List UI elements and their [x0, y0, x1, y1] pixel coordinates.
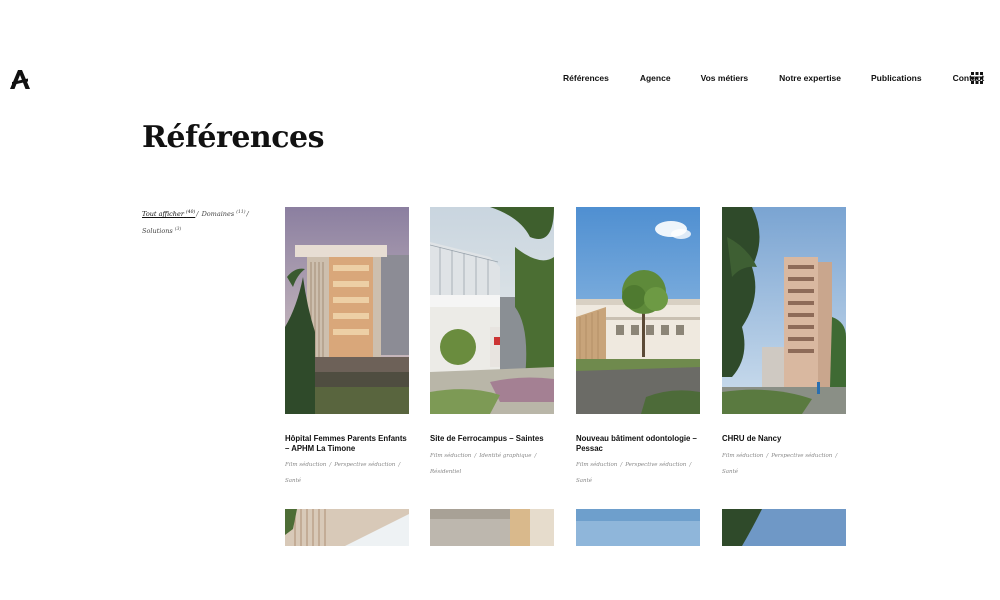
nav-vos-metiers[interactable]: Vos métiers: [701, 73, 749, 83]
project-tag[interactable]: Film séduction: [430, 453, 471, 459]
project-tag[interactable]: Santé: [285, 478, 301, 484]
nav-notre-expertise[interactable]: Notre expertise: [779, 73, 841, 83]
project-image[interactable]: [722, 207, 846, 414]
filter-solutions[interactable]: Solutions (3): [142, 227, 181, 235]
page-title: Références: [142, 120, 324, 155]
project-title[interactable]: Nouveau bâtiment odontologie – Pessac: [576, 434, 700, 453]
project-tag[interactable]: Perspective séduction: [771, 453, 832, 459]
project-image[interactable]: [576, 509, 700, 546]
grid-menu-icon[interactable]: [971, 72, 983, 84]
project-image[interactable]: [576, 207, 700, 414]
nav-publications[interactable]: Publications: [871, 73, 922, 83]
project-tag[interactable]: Perspective séduction: [625, 462, 686, 468]
header: Références Agence Vos métiers Notre expe…: [0, 0, 1000, 110]
filter-tout-afficher[interactable]: Tout afficher (40): [142, 210, 195, 218]
project-tags: Film séduction / Identité graphique / Résid…: [430, 452, 537, 475]
project-tag[interactable]: Perspective séduction: [334, 462, 395, 468]
project-card[interactable]: Nouveau bâtiment odontologie – Pessac Fi…: [576, 207, 700, 489]
nav-agence[interactable]: Agence: [640, 73, 671, 83]
logo-icon[interactable]: [9, 68, 31, 90]
project-tag[interactable]: Santé: [722, 469, 738, 475]
project-tag[interactable]: Film séduction: [285, 462, 326, 468]
project-card[interactable]: Site de Ferrocampus – Saintes Film séduc…: [430, 207, 554, 480]
project-image[interactable]: [430, 207, 554, 414]
project-tag[interactable]: Résidentiel: [430, 469, 461, 475]
project-tags: Film séduction / Perspective séduction / Sa…: [722, 452, 838, 475]
filter-domaines[interactable]: Domaines (11): [202, 210, 246, 218]
project-card[interactable]: CHRU de Nancy Film séduction / Perspective…: [722, 207, 846, 480]
project-image[interactable]: [722, 509, 846, 546]
main-nav: Références Agence Vos métiers Notre expe…: [563, 73, 984, 83]
project-tag[interactable]: Santé: [576, 478, 592, 484]
project-tags: Film séduction / Perspective séduction / Sa…: [576, 462, 692, 484]
filter-list: Tout afficher (40)/ Domaines (11)/ Solut…: [142, 210, 249, 236]
project-tag[interactable]: Film séduction: [576, 462, 617, 468]
project-image[interactable]: [285, 207, 409, 414]
project-image[interactable]: [285, 509, 409, 546]
nav-references[interactable]: Références: [563, 73, 609, 83]
project-card[interactable]: Hôpital Femmes Parents Enfants – APHM La…: [285, 207, 409, 489]
project-title[interactable]: Hôpital Femmes Parents Enfants – APHM La…: [285, 434, 409, 453]
project-tags: Film séduction / Perspective séduction / Sa…: [285, 462, 401, 484]
project-title[interactable]: Site de Ferrocampus – Saintes: [430, 434, 554, 444]
project-image[interactable]: [430, 509, 554, 546]
project-title[interactable]: CHRU de Nancy: [722, 434, 846, 444]
project-tag[interactable]: Identité graphique: [479, 453, 531, 459]
project-tag[interactable]: Film séduction: [722, 453, 763, 459]
